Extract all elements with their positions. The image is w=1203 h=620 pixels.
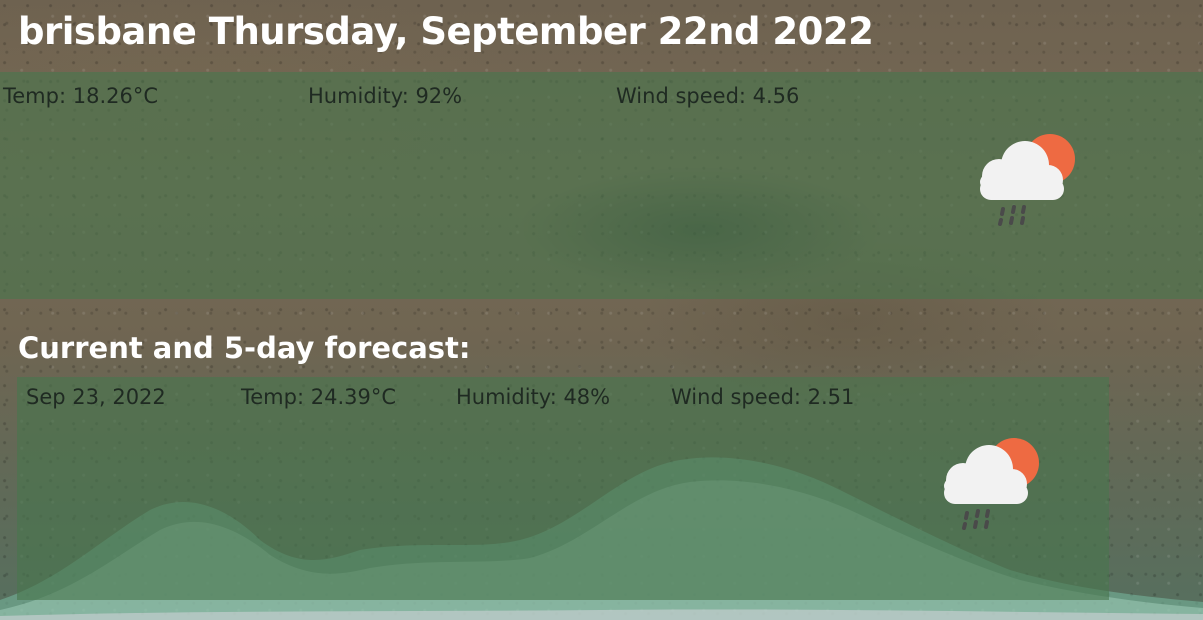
forecast-wind-speed: Wind speed: 2.51 (671, 385, 855, 409)
forecast-date: Sep 23, 2022 (26, 385, 166, 409)
forecast-heading: Current and 5-day forecast: (18, 331, 471, 365)
current-date: Thursday, September 22nd 2022 (208, 10, 874, 53)
current-temp: Temp: 18.26°C (3, 84, 158, 108)
page-title: brisbane Thursday, September 22nd 2022 (18, 10, 874, 53)
current-weather-panel: Temp: 18.26°C Humidity: 92% Wind speed: … (0, 72, 1203, 299)
forecast-humidity: Humidity: 48% (456, 385, 611, 409)
partly-cloudy-rain-icon (980, 134, 1075, 226)
city-name: brisbane (18, 10, 197, 53)
forecast-temp: Temp: 24.39°C (241, 385, 396, 409)
current-wind-speed: Wind speed: 4.56 (616, 84, 800, 108)
forecast-card: Sep 23, 2022 Temp: 24.39°C Humidity: 48%… (17, 377, 1109, 600)
current-humidity: Humidity: 92% (308, 84, 463, 108)
partly-cloudy-rain-icon (944, 438, 1039, 530)
